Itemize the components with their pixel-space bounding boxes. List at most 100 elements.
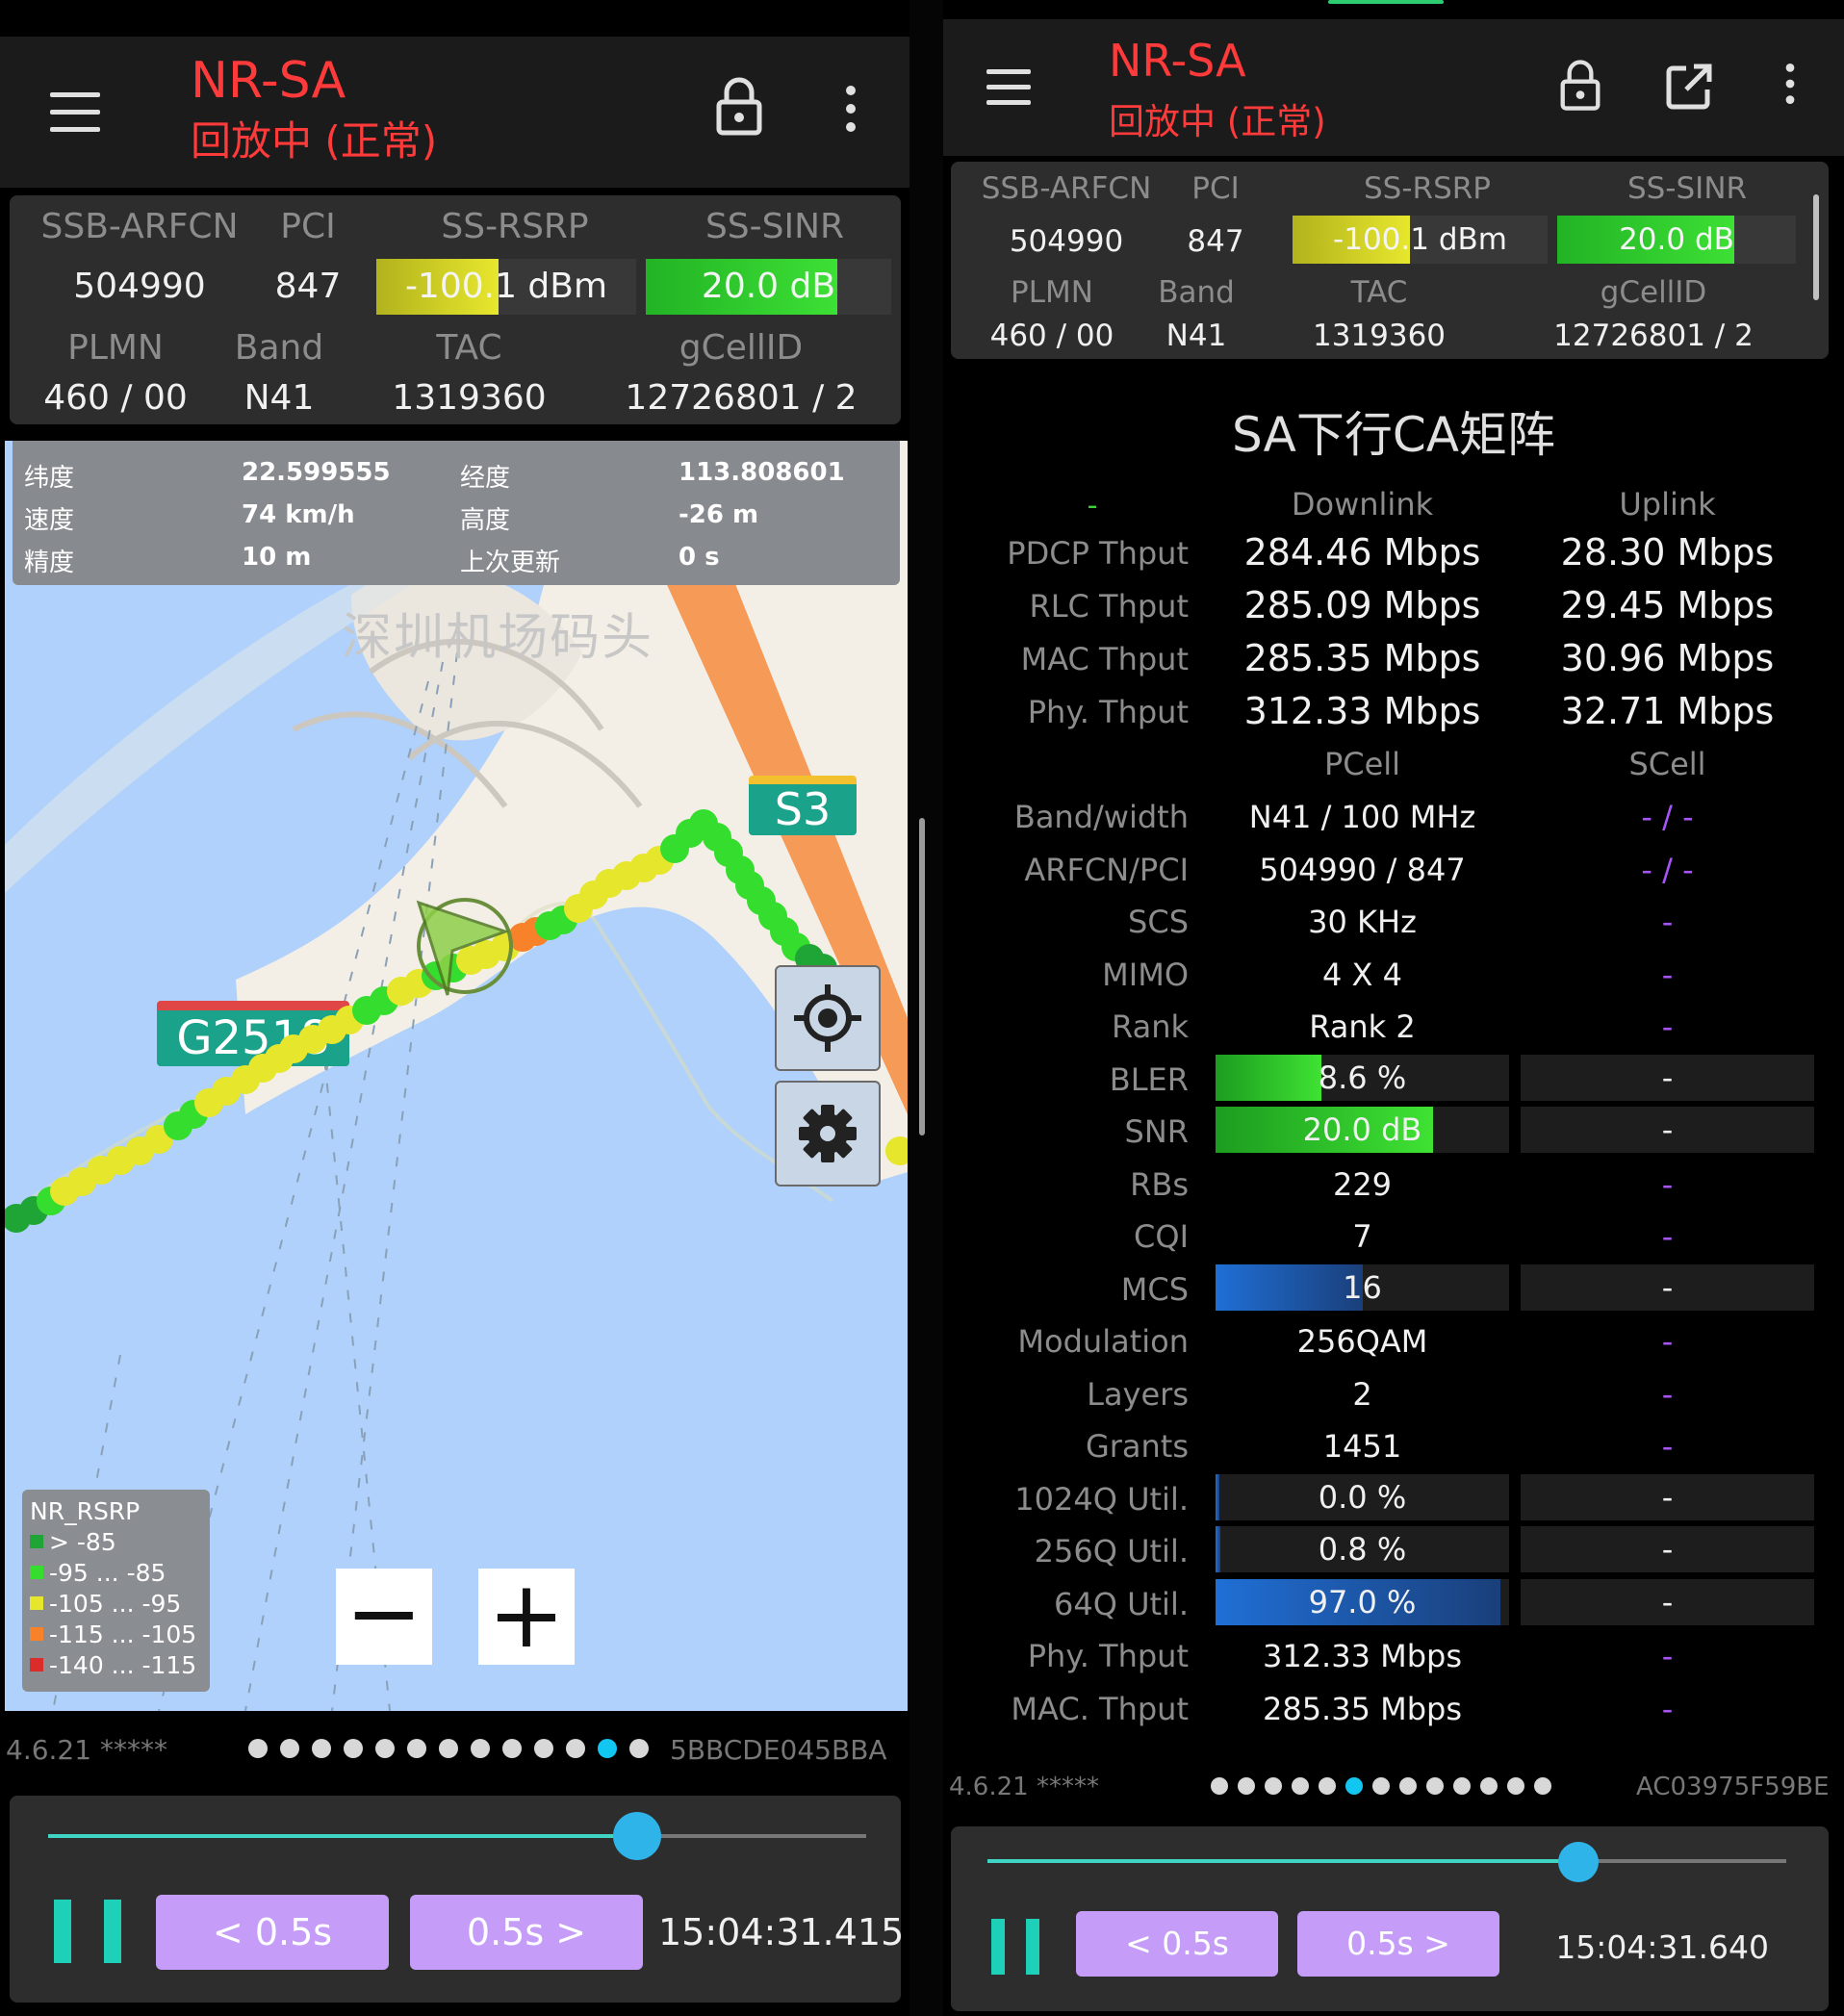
pause-icon-bar [54,1900,71,1963]
page-dot[interactable] [1507,1777,1524,1795]
rsrp-value: -100.1 dBm [404,267,608,306]
scell-value-bar: - [1521,1054,1814,1101]
more-options-icon[interactable] [1783,62,1797,106]
page-dot-active[interactable] [1345,1777,1363,1795]
accuracy-value: 10 m [242,543,312,572]
pause-button[interactable] [991,1919,1039,1975]
sinr-bar: 20.0 dB [646,259,891,315]
pci-value: 847 [274,267,342,306]
slider-thumb[interactable] [1558,1842,1600,1882]
legend-label: > -85 [49,1527,116,1556]
scell-value-bar: - [1521,1263,1814,1311]
uplink-throughput: 28.30 Mbps [1560,531,1775,574]
page-dot[interactable] [1211,1777,1228,1795]
card-scrollbar[interactable] [1813,194,1819,300]
page-dot[interactable] [280,1739,299,1758]
step-back-button[interactable]: < 0.5s [156,1895,389,1970]
page-dot[interactable] [629,1739,649,1758]
divider-handle[interactable] [919,818,925,1136]
playback-status: 回放中 (正常) [191,117,438,165]
sinr-value: 20.0 dB [1619,222,1734,257]
menu-icon[interactable] [50,92,100,144]
plmn-value: 460 / 00 [43,378,188,418]
scell-value-bar: - [1521,1578,1814,1625]
zoom-in-button[interactable]: + [478,1569,575,1665]
label-gcellid: gCellID [679,328,804,368]
scell-value: - [1661,1638,1674,1674]
page-dot[interactable] [1265,1777,1282,1795]
rsrp-value: -100.1 dBm [1333,222,1507,257]
page-dot[interactable] [1399,1777,1417,1795]
pcell-value-bar: 20.0 dB [1216,1107,1509,1153]
page-dot[interactable] [1292,1777,1309,1795]
label-pci: PCI [1191,171,1240,206]
pcell-value: 2 [1352,1375,1372,1413]
scell-value: - / - [1641,799,1694,835]
matrix-marker: - [1087,489,1098,523]
latitude-label: 纬度 [24,464,75,493]
legend-label: -105 ... -95 [49,1589,182,1618]
cell-param-label: RBs [1130,1165,1189,1203]
downlink-throughput: 285.35 Mbps [1243,637,1481,679]
more-options-icon[interactable] [843,85,858,133]
page-dot[interactable] [344,1739,363,1758]
page-dot[interactable] [312,1739,331,1758]
lock-icon[interactable] [1559,60,1601,112]
app-bar: NR-SA 回放中 (正常) [943,19,1844,156]
open-external-icon[interactable] [1665,63,1713,111]
scell-value: - [1661,1323,1674,1360]
page-indicator[interactable] [1211,1777,1561,1795]
page-dot[interactable] [502,1739,522,1758]
zoom-out-button[interactable]: − [336,1567,432,1665]
label-ss-rsrp: SS-RSRP [441,207,589,246]
cell-param-label: CQI [1134,1218,1189,1255]
menu-icon[interactable] [986,69,1031,117]
left-panel: NR-SA 回放中 (正常) SSB-ARFCN PCI SS-RSRP SS-… [0,0,909,2016]
page-dot[interactable] [1480,1777,1498,1795]
locate-button[interactable] [775,965,881,1071]
pcell-value: 504990 / 847 [1259,851,1466,888]
pcell-value: 229 [1332,1165,1393,1203]
throughput-label: Phy. Thput [1027,694,1189,730]
lock-icon[interactable] [715,77,763,137]
pause-button[interactable] [54,1900,121,1963]
legend-item: > -85 [30,1526,202,1557]
slider-thumb[interactable] [613,1812,661,1860]
page-dot[interactable] [1319,1777,1336,1795]
page-dot[interactable] [1426,1777,1444,1795]
cell-param-label: SCS [1128,904,1189,940]
map-settings-button[interactable] [775,1081,881,1187]
scell-value: - [1661,1428,1674,1465]
page-dot[interactable] [566,1739,585,1758]
playback-slider[interactable] [48,1834,866,1838]
legend-title: NR_RSRP [30,1497,141,1525]
page-dot[interactable] [1453,1777,1471,1795]
map-view[interactable]: 深圳机场码头 S3 G2518 纬度 22.599555 经度 113.8086… [5,441,908,1711]
page-dot[interactable] [375,1739,395,1758]
step-forward-button[interactable]: 0.5s > [410,1895,643,1970]
page-dot[interactable] [407,1739,426,1758]
page-indicator[interactable] [248,1739,661,1758]
app-version: 4.6.21 ***** [949,1773,1099,1801]
pcell-value: 20.0 dB [1302,1111,1422,1148]
gps-info-panel: 纬度 22.599555 经度 113.808601 速度 74 km/h 高度… [13,441,900,585]
step-back-button[interactable]: < 0.5s [1076,1911,1278,1977]
page-dot-active[interactable] [598,1739,617,1758]
tac-value: 1319360 [1312,319,1447,353]
page-dot[interactable] [471,1739,490,1758]
scell-header: SCell [1628,746,1706,782]
page-dot[interactable] [1534,1777,1551,1795]
pcell-value-bar: 16 [1216,1263,1509,1311]
pcell-value: 312.33 Mbps [1262,1638,1463,1674]
page-dot[interactable] [439,1739,458,1758]
split-divider[interactable] [909,0,943,2016]
throughput-label: PDCP Thput [1007,535,1189,572]
track-point [885,1136,908,1165]
page-dot[interactable] [534,1739,553,1758]
page-dot[interactable] [1372,1777,1390,1795]
playback-slider[interactable] [987,1859,1786,1863]
legend-item: -115 ... -105 [30,1619,202,1649]
page-dot[interactable] [1238,1777,1255,1795]
page-dot[interactable] [248,1739,268,1758]
cell-param-label: SNR [1124,1113,1189,1150]
